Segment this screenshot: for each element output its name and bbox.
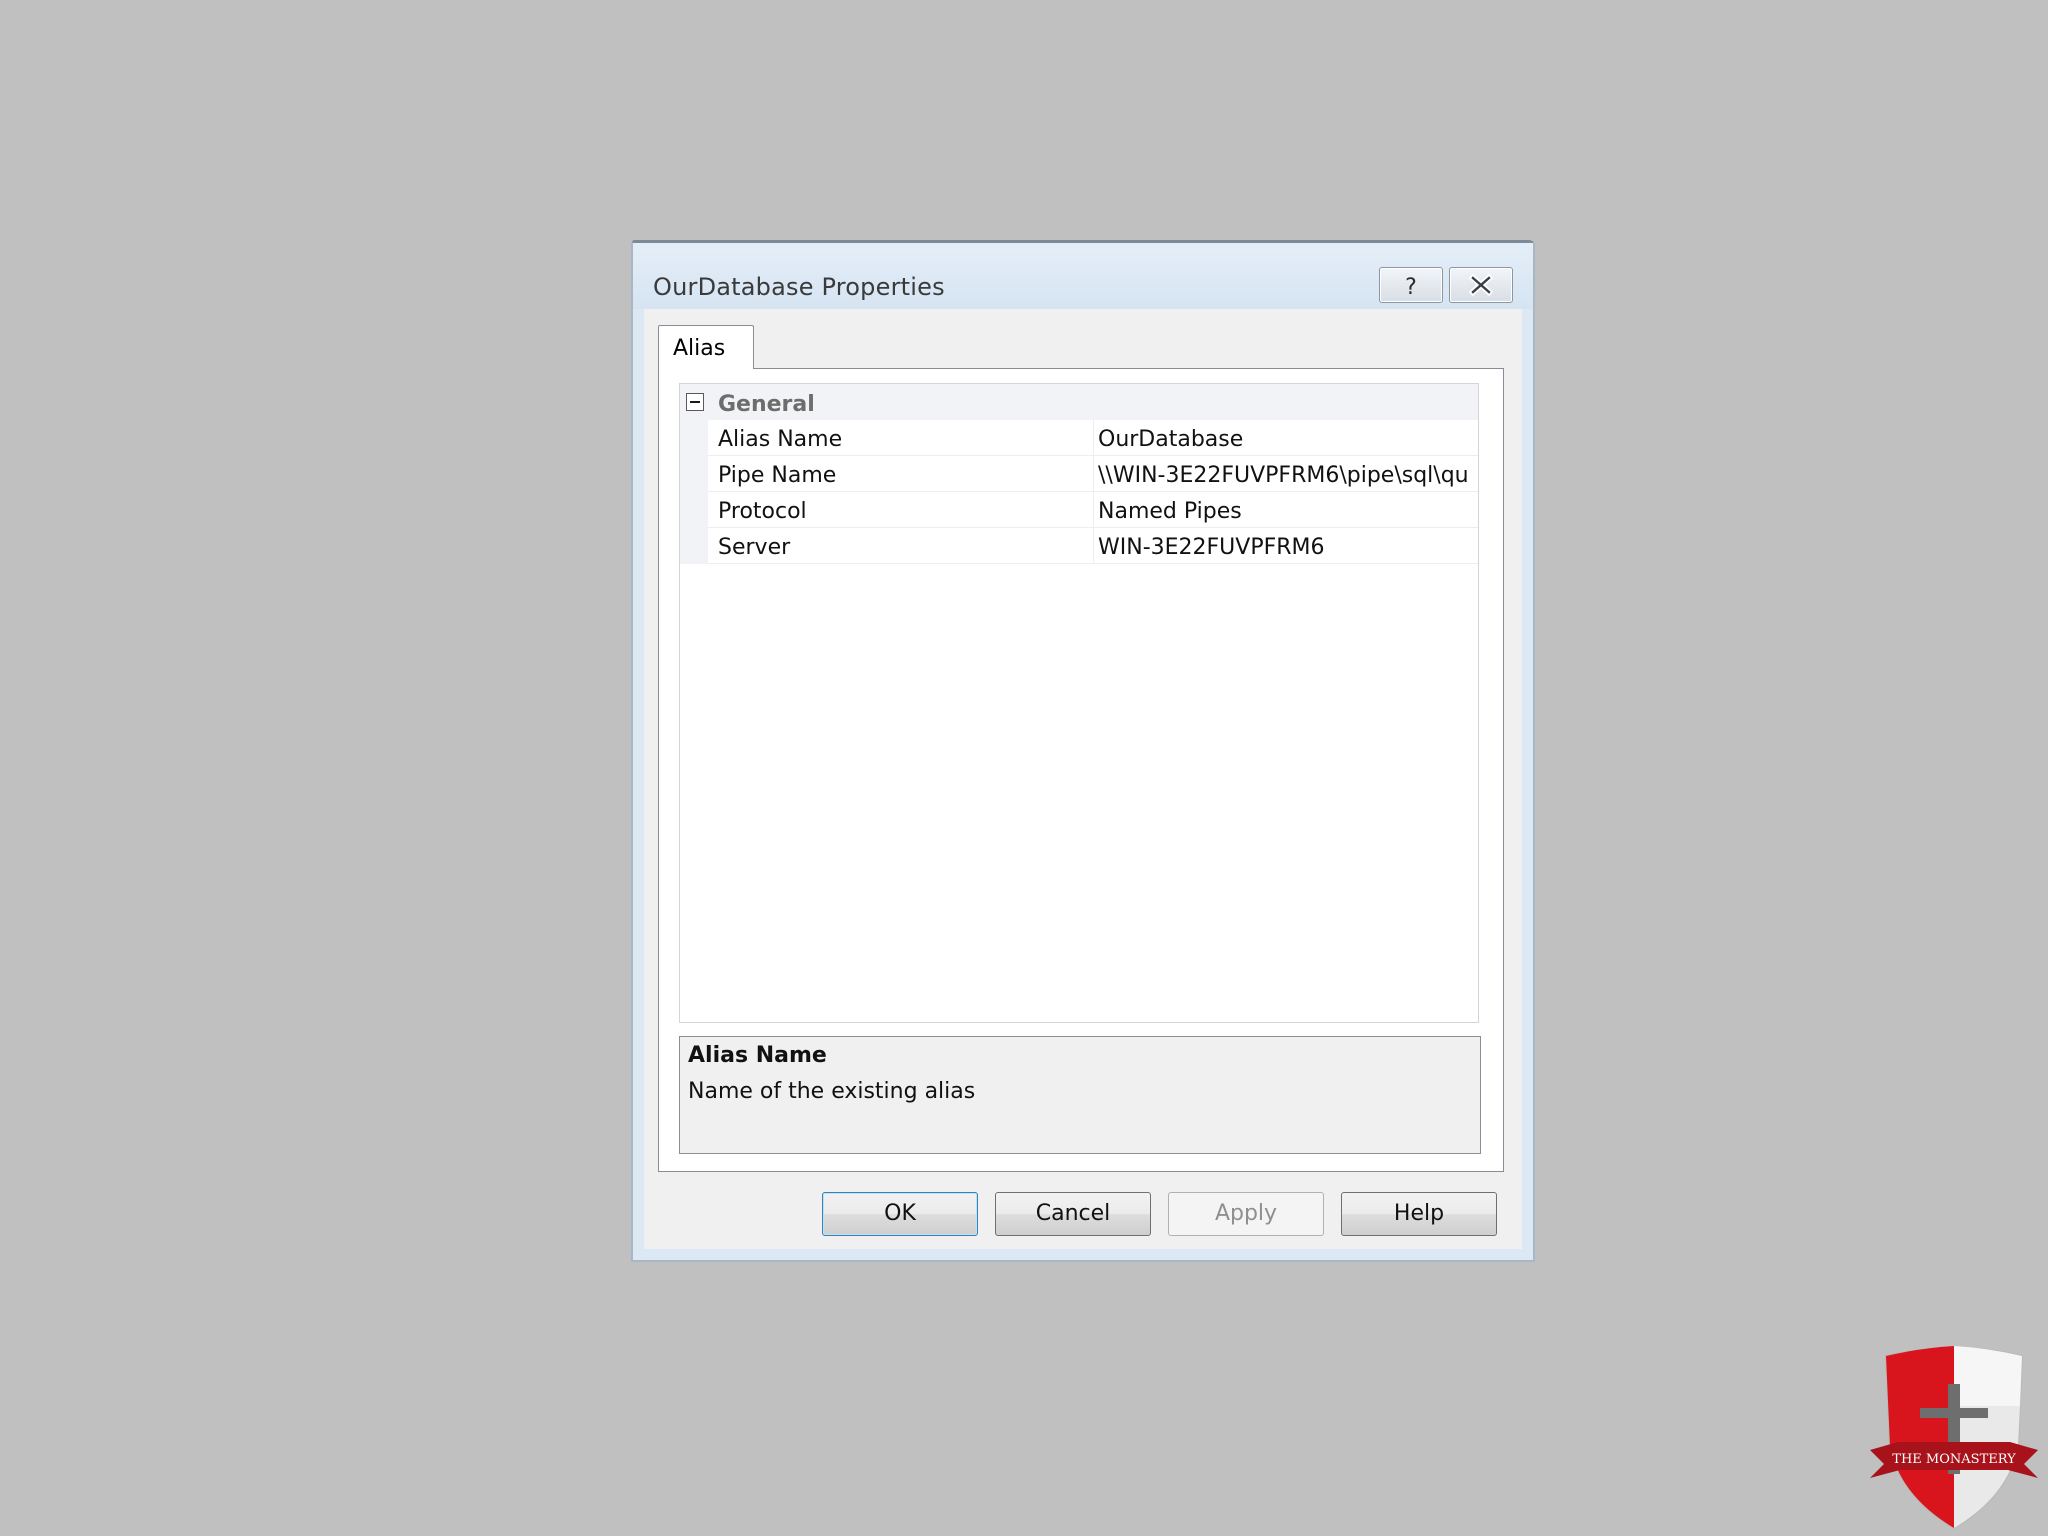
property-divider bbox=[1093, 456, 1094, 492]
collapse-minus-icon[interactable] bbox=[686, 393, 704, 411]
ok-button[interactable]: OK bbox=[822, 1192, 978, 1236]
tab-alias-label: Alias bbox=[673, 336, 726, 361]
title-bar[interactable]: OurDatabase Properties ? bbox=[633, 243, 1533, 309]
property-divider bbox=[1093, 528, 1094, 564]
properties-dialog: OurDatabase Properties ? Alias General A… bbox=[631, 240, 1535, 1262]
property-divider bbox=[1093, 492, 1094, 528]
help-title-button[interactable]: ? bbox=[1379, 267, 1443, 303]
property-value[interactable]: \\WIN-3E22FUVPFRM6\pipe\sql\qu bbox=[1098, 463, 1476, 488]
question-mark-icon: ? bbox=[1405, 275, 1417, 300]
window-title: OurDatabase Properties bbox=[653, 273, 945, 301]
description-pane: Alias Name Name of the existing alias bbox=[679, 1036, 1481, 1154]
property-row-alias-name[interactable]: Alias Name OurDatabase bbox=[708, 420, 1478, 456]
close-icon bbox=[1468, 273, 1494, 297]
description-text: Name of the existing alias bbox=[688, 1079, 976, 1104]
property-row-pipe-name[interactable]: Pipe Name \\WIN-3E22FUVPFRM6\pipe\sql\qu bbox=[708, 456, 1478, 492]
property-name: Protocol bbox=[718, 499, 807, 524]
cancel-button[interactable]: Cancel bbox=[995, 1192, 1151, 1236]
logo-text: THE MONASTERY bbox=[1892, 1452, 2016, 1467]
tab-panel-alias: General Alias Name OurDatabase Pipe Name… bbox=[658, 368, 1504, 1172]
close-button[interactable] bbox=[1449, 267, 1513, 303]
description-title: Alias Name bbox=[688, 1043, 827, 1068]
desktop-background: OurDatabase Properties ? Alias General A… bbox=[0, 0, 2048, 1536]
category-row-general[interactable]: General bbox=[680, 384, 1478, 420]
property-row-server[interactable]: Server WIN-3E22FUVPFRM6 bbox=[708, 528, 1478, 564]
property-value[interactable]: WIN-3E22FUVPFRM6 bbox=[1098, 535, 1476, 560]
monastery-shield-logo: THE MONASTERY bbox=[1870, 1346, 2038, 1530]
property-name: Server bbox=[718, 535, 791, 560]
property-row-protocol[interactable]: Protocol Named Pipes bbox=[708, 492, 1478, 528]
property-divider bbox=[1093, 420, 1094, 456]
property-value[interactable]: OurDatabase bbox=[1098, 427, 1476, 452]
property-grid: General Alias Name OurDatabase Pipe Name… bbox=[679, 383, 1479, 1023]
dialog-client-area: Alias General Alias Name OurDatabase Pip… bbox=[644, 309, 1522, 1249]
apply-button[interactable]: Apply bbox=[1168, 1192, 1324, 1236]
property-name: Pipe Name bbox=[718, 463, 837, 488]
property-name: Alias Name bbox=[718, 427, 843, 452]
help-button[interactable]: Help bbox=[1341, 1192, 1497, 1236]
svg-text:?: ? bbox=[1405, 275, 1417, 300]
category-label: General bbox=[718, 392, 815, 417]
tab-alias[interactable]: Alias bbox=[658, 325, 754, 369]
property-value[interactable]: Named Pipes bbox=[1098, 499, 1476, 524]
